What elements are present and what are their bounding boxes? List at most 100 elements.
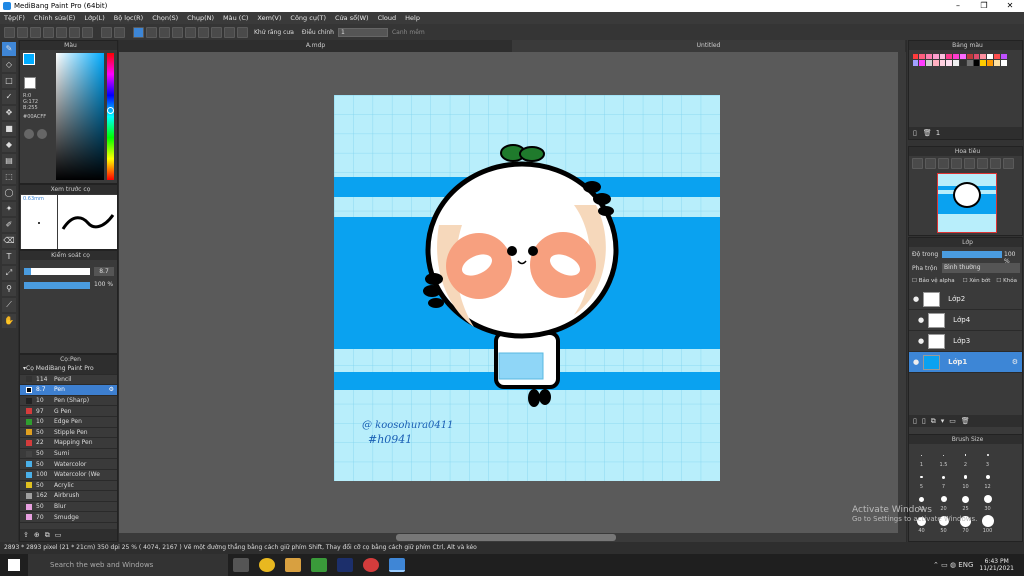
menu-edit[interactable]: Chỉnh sửa(E): [34, 14, 75, 22]
perspective-icon[interactable]: [185, 26, 196, 38]
palette-swatch[interactable]: [932, 60, 939, 67]
brush-size-value[interactable]: 8.7: [94, 267, 114, 276]
vertical-scrollbar[interactable]: [898, 52, 906, 542]
transparent-swatch[interactable]: [24, 77, 36, 89]
gradient-tool-icon[interactable]: ▤: [2, 154, 16, 168]
brush-item-airbrush[interactable]: 162 Airbrush: [20, 491, 117, 502]
foreground-color-swatch[interactable]: [23, 53, 35, 65]
layer-row-4[interactable]: ● Lớp4: [909, 310, 1022, 331]
palette-swatch[interactable]: [912, 60, 919, 67]
palette-swatch[interactable]: [966, 53, 973, 60]
new-palette-icon[interactable]: ▯: [913, 129, 917, 137]
brush-size-option[interactable]: 5: [911, 469, 932, 490]
crop-icon[interactable]: [56, 26, 67, 38]
check-tool-icon[interactable]: ✓: [2, 90, 16, 104]
file-explorer-icon[interactable]: [285, 558, 301, 572]
menu-select[interactable]: Chọn(S): [152, 14, 178, 22]
brush-size-option[interactable]: 100: [977, 513, 998, 534]
zoom-actual-icon[interactable]: [951, 158, 962, 169]
flip-icon[interactable]: [172, 26, 183, 38]
flip-view-icon[interactable]: [1003, 158, 1014, 169]
adjust-select[interactable]: 1: [337, 27, 388, 37]
chat-icon[interactable]: [30, 26, 41, 38]
navigator-thumbnail[interactable]: [937, 173, 997, 233]
upload-brush-icon[interactable]: ⇪: [23, 531, 29, 539]
menu-snap[interactable]: Chụp(N): [187, 14, 214, 22]
shape-tool-icon[interactable]: □: [2, 74, 16, 88]
eyedrop-color-icon[interactable]: [37, 129, 47, 139]
copy-brush-icon[interactable]: ⧉: [45, 531, 50, 540]
palette-swatch[interactable]: [973, 53, 980, 60]
palette-swatch[interactable]: [987, 60, 994, 67]
menu-file[interactable]: Tệp(F): [4, 14, 25, 22]
select-pen-tool-icon[interactable]: ✐: [2, 218, 16, 232]
cloud-icon[interactable]: [4, 26, 15, 38]
antialias-label[interactable]: Khử răng cưa: [254, 29, 294, 36]
brush-item-edge-pen[interactable]: 10 Edge Pen: [20, 417, 117, 428]
medibang-taskbar-icon[interactable]: [389, 558, 405, 572]
brush-size-option[interactable]: 7: [933, 469, 954, 490]
upload-icon[interactable]: [17, 26, 28, 38]
chrome-profile-icon[interactable]: [363, 558, 379, 572]
brush-size-option[interactable]: 30: [977, 491, 998, 512]
palette-icon[interactable]: [24, 129, 34, 139]
fill-rect-tool-icon[interactable]: ■: [2, 122, 16, 136]
horizontal-scrollbar[interactable]: [119, 533, 898, 542]
zoom-in-icon[interactable]: [912, 158, 923, 169]
menu-help[interactable]: Help: [405, 14, 420, 22]
tab-untitled[interactable]: Untitled: [512, 40, 905, 52]
reset-rotate-icon[interactable]: [977, 158, 988, 169]
palette-swatch[interactable]: [939, 60, 946, 67]
palette-swatch[interactable]: [953, 60, 960, 67]
rotate-right-icon[interactable]: [990, 158, 1001, 169]
windows-start-icon[interactable]: [8, 559, 20, 571]
palette-swatch[interactable]: [987, 53, 994, 60]
curve-icon[interactable]: [237, 26, 248, 38]
palette-swatch[interactable]: [994, 53, 1000, 60]
brush-item-pencil[interactable]: 114 Pencil: [20, 375, 117, 386]
transform-icon[interactable]: [69, 26, 80, 38]
brush-item-pen[interactable]: 8.7 Pen ⚙: [20, 385, 117, 396]
select-eraser-tool-icon[interactable]: ⌫: [2, 234, 16, 248]
saturation-value-picker[interactable]: [56, 53, 104, 180]
brush-size-option[interactable]: 1: [911, 447, 932, 468]
delete-layer-icon[interactable]: 🗑: [961, 417, 970, 425]
menu-filter[interactable]: Bộ lọc(R): [114, 14, 143, 22]
eye-icon[interactable]: ●: [913, 295, 919, 303]
layer-menu-icon[interactable]: ▾: [941, 417, 945, 425]
layer-folder-icon[interactable]: ▭: [949, 417, 956, 425]
palette-swatch[interactable]: [966, 60, 973, 67]
taskbar-clock[interactable]: 6:43 PM 11/21/2021: [979, 558, 1014, 572]
palette-swatch[interactable]: [912, 53, 919, 60]
palette-swatch[interactable]: [939, 53, 946, 60]
brush-opacity-value[interactable]: 100 %: [94, 281, 113, 288]
palette-swatch[interactable]: [926, 53, 932, 60]
bucket-tool-icon[interactable]: ◆: [2, 138, 16, 152]
add-brush-icon[interactable]: ⊕: [34, 531, 40, 539]
eraser-tool-icon[interactable]: ◇: [2, 58, 16, 72]
layer-row-1[interactable]: ● Lớp1 ⚙: [909, 352, 1022, 373]
menu-window[interactable]: Cửa sổ(W): [335, 14, 369, 22]
drawing-canvas[interactable]: @ koosohura0411 #h0941: [334, 95, 720, 481]
layer-opacity-slider[interactable]: [942, 251, 1002, 258]
restore-button[interactable]: ❐: [972, 0, 996, 12]
duplicate-layer-icon[interactable]: ⧉: [931, 417, 936, 426]
clip-checkbox[interactable]: ☐ Xén bớt: [963, 278, 991, 284]
delete-palette-icon[interactable]: 🗑: [923, 129, 932, 137]
palette-swatch[interactable]: [994, 60, 1000, 67]
palette-swatch[interactable]: [932, 53, 939, 60]
palette-swatch[interactable]: [960, 60, 966, 67]
pen-tool-icon[interactable]: ✎: [2, 42, 16, 56]
layer-gear-icon[interactable]: ⚙: [1012, 358, 1018, 366]
menu-color[interactable]: Màu (C): [223, 14, 248, 22]
brush-group-header[interactable]: ▾ Cọ MediBang Paint Pro: [20, 364, 117, 375]
select-tool-icon[interactable]: ⬚: [2, 170, 16, 184]
brush-item-watercolor-wet[interactable]: 100 Watercolor (We: [20, 470, 117, 481]
brush-opacity-slider[interactable]: [24, 282, 90, 289]
hand-tool-icon[interactable]: ✋: [2, 314, 16, 328]
layers-icon[interactable]: [43, 26, 54, 38]
brush-item-acrylic[interactable]: 50 Acrylic: [20, 481, 117, 492]
brush-item-g-pen[interactable]: 97 G Pen: [20, 406, 117, 417]
move-tool-icon[interactable]: ✥: [2, 106, 16, 120]
brush-item-pen-sharp[interactable]: 10 Pen (Sharp): [20, 396, 117, 407]
